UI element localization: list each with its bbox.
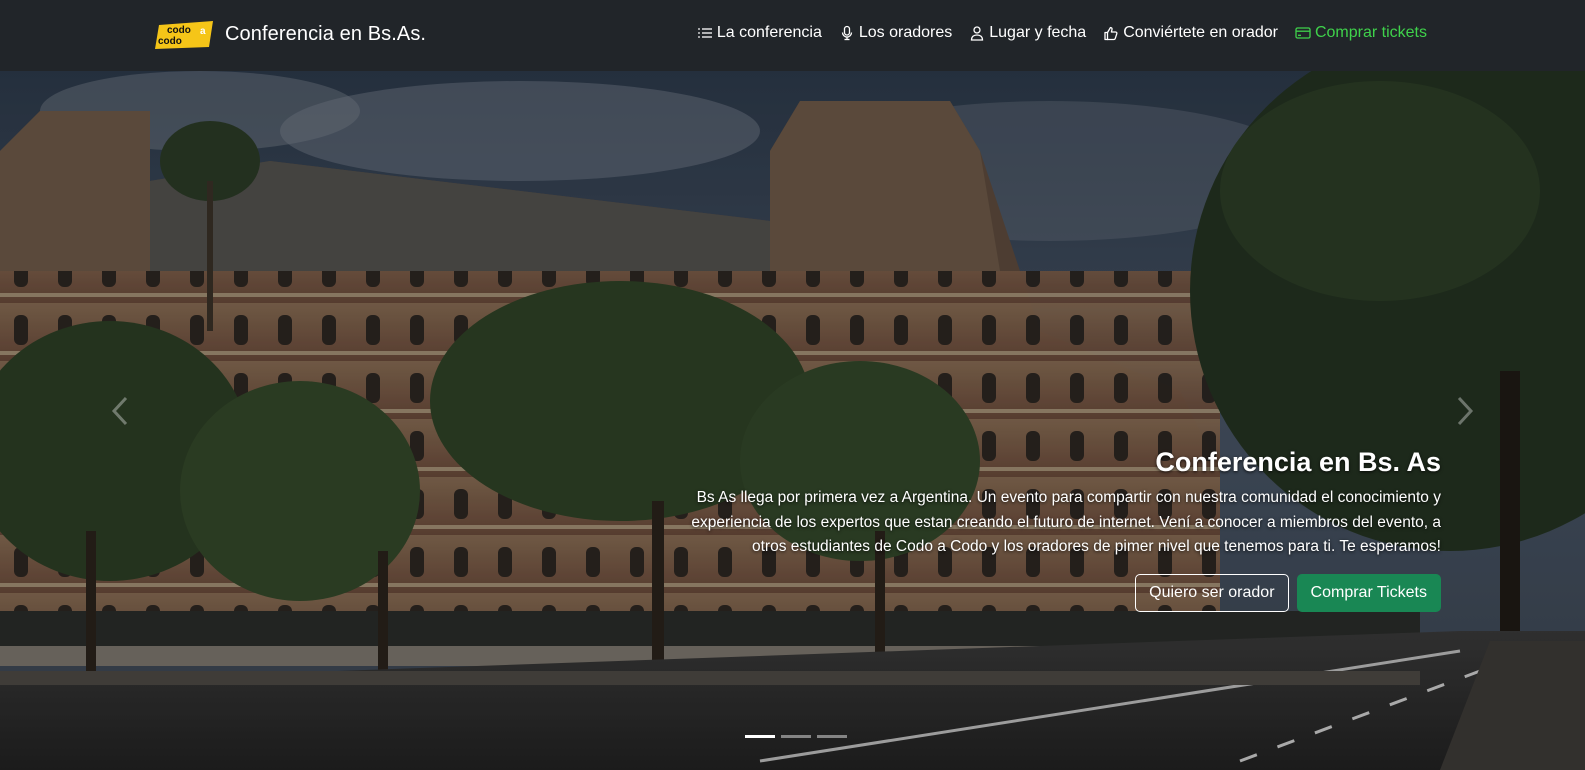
nav-item-lugar-y-fecha[interactable]: Lugar y fecha: [969, 24, 1086, 42]
nav-label: La conferencia: [716, 24, 822, 41]
carousel-indicators: [742, 735, 850, 738]
carousel-next-button[interactable]: [1445, 371, 1485, 451]
microphone-icon: [841, 25, 853, 41]
main-nav: La conferencia Los oradores Lugar y fech…: [680, 24, 1427, 42]
hero-carousel: Conferencia en Bs. As Bs As llega por pr…: [0, 71, 1585, 770]
nav-label: Los oradores: [858, 24, 953, 41]
carousel-indicator-3[interactable]: [817, 735, 847, 738]
hero-description: Bs As llega por primera vez a Argentina.…: [691, 489, 1441, 555]
hero-caption: Conferencia en Bs. As Bs As llega por pr…: [661, 447, 1441, 560]
nav-item-los-oradores[interactable]: Los oradores: [839, 24, 952, 42]
nav-label: Lugar y fecha: [989, 24, 1087, 41]
nav-item-comprar-tickets[interactable]: Comprar tickets: [1295, 24, 1427, 42]
svg-text:a: a: [200, 26, 206, 37]
nav-item-la-conferencia[interactable]: La conferencia: [697, 24, 822, 42]
chevron-right-icon: [1457, 396, 1474, 426]
thumbs-up-icon: [1104, 26, 1118, 41]
nav-item-conviertete-en-orador[interactable]: Conviértete en orador: [1103, 24, 1278, 42]
site-title[interactable]: Conferencia en Bs.As.: [225, 23, 426, 46]
comprar-tickets-button[interactable]: Comprar Tickets: [1296, 574, 1441, 612]
hero-dark-overlay: [0, 71, 1585, 770]
nav-label: Conviértete en orador: [1123, 24, 1278, 41]
navbar: codo codo a Conferencia en Bs.As. La con…: [0, 0, 1585, 71]
credit-card-icon: [1295, 27, 1311, 39]
hero-actions: Quiero ser orador Comprar Tickets: [1135, 574, 1441, 612]
carousel-indicator-2[interactable]: [781, 735, 811, 738]
person-icon: [971, 26, 984, 41]
list-icon: [697, 28, 712, 38]
carousel-indicator-1[interactable]: [745, 735, 775, 738]
svg-text:codo: codo: [158, 36, 182, 47]
nav-label: Comprar tickets: [1314, 24, 1427, 41]
carousel-prev-button[interactable]: [100, 371, 140, 451]
quiero-ser-orador-button[interactable]: Quiero ser orador: [1135, 574, 1289, 612]
brand[interactable]: codo codo a Conferencia en Bs.As.: [155, 19, 426, 49]
svg-text:codo: codo: [167, 25, 191, 36]
chevron-left-icon: [111, 396, 128, 426]
hero-title: Conferencia en Bs. As: [1155, 447, 1441, 477]
codo-a-codo-logo[interactable]: codo codo a: [155, 19, 213, 49]
